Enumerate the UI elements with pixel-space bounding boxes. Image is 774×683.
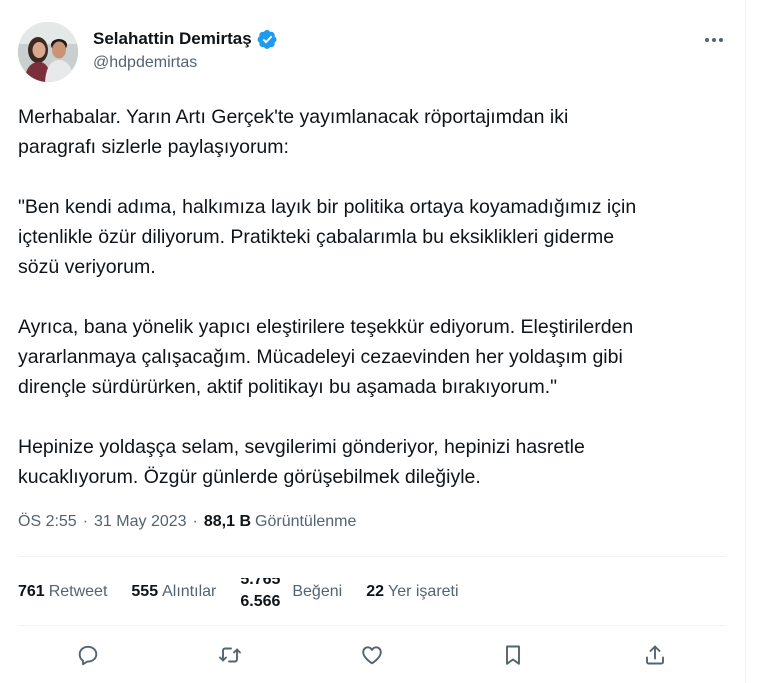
- author-name-row[interactable]: Selahattin Demirtaş: [93, 28, 278, 50]
- retweets-stat[interactable]: 761 Retweet: [18, 583, 107, 601]
- tweet-line: Hepinize yoldaşça selam, sevgilerimi gön…: [18, 436, 585, 458]
- retweet-icon: [219, 647, 241, 663]
- views-count[interactable]: 88,1 B: [204, 513, 251, 531]
- tweet-line: "Ben kendi adıma, halkımıza layık bir po…: [18, 196, 637, 218]
- tweet-date[interactable]: 31 May 2023: [94, 513, 187, 531]
- share-button[interactable]: [638, 638, 672, 672]
- divider: [18, 556, 726, 557]
- likes-count-new: 6.566: [240, 593, 281, 607]
- reply-button[interactable]: [71, 638, 105, 672]
- meta-separator: ·: [192, 513, 198, 530]
- avatar[interactable]: [18, 22, 78, 82]
- divider: [18, 625, 726, 626]
- bookmarks-count: 22: [366, 583, 384, 600]
- share-icon: [646, 645, 664, 665]
- quotes-stat[interactable]: 555 Alıntılar: [131, 583, 216, 601]
- tweet-line: kucaklıyorum. Özgür günlerde görüşebilme…: [18, 466, 481, 488]
- heart-icon: [362, 646, 382, 665]
- tweet-line: içtenlikle özür diliyorum. Pratikteki ça…: [18, 226, 615, 248]
- timeline-border: [745, 0, 746, 683]
- tweet-meta: ÖS 2:55 · 31 May 2023 · 88,1 B Görüntüle…: [18, 513, 356, 531]
- bookmark-button[interactable]: [496, 638, 530, 672]
- author-handle[interactable]: @hdpdemirtas: [93, 54, 197, 72]
- tweet-line: sözü veriyorum.: [18, 256, 156, 278]
- more-options-button[interactable]: [700, 26, 728, 54]
- tweet-time[interactable]: ÖS 2:55: [18, 513, 77, 531]
- bookmarks-stat[interactable]: 22 Yer işareti: [366, 583, 458, 601]
- likes-label: Beğeni: [292, 583, 343, 600]
- tweet-text: Merhabalar. Yarın Artı Gerçek'te yayımla…: [18, 102, 733, 492]
- tweet-line: Merhabalar. Yarın Artı Gerçek'te yayımla…: [18, 106, 569, 128]
- bookmarks-label: Yer işareti: [387, 583, 459, 600]
- likes-count-old: 5.765: [240, 578, 281, 588]
- like-button[interactable]: [355, 638, 389, 672]
- verified-badge-icon: [257, 29, 278, 50]
- quotes-label: Alıntılar: [162, 583, 217, 600]
- bookmark-icon: [506, 645, 520, 665]
- views-label[interactable]: Görüntülenme: [255, 513, 356, 531]
- tweet-line: Ayrıca, bana yönelik yapıcı eleştirilere…: [18, 316, 634, 338]
- retweet-button[interactable]: [213, 638, 247, 672]
- meta-separator: ·: [82, 513, 89, 530]
- tweet-line: yararlanmaya çalışacağım. Mücadeleyi cez…: [18, 346, 623, 368]
- tweet-line: paragrafı sizlerle paylaşıyorum:: [18, 136, 289, 158]
- likes-stat[interactable]: 5.765 6.566 Beğeni: [240, 578, 342, 606]
- reply-icon: [78, 645, 98, 666]
- author-display-name[interactable]: Selahattin Demirtaş: [93, 29, 252, 49]
- quotes-count: 555: [131, 583, 159, 600]
- engagement-stats: 761 Retweet 555 Alıntılar 5.765 6.566 Be…: [18, 578, 483, 606]
- more-icon: [705, 38, 709, 42]
- retweets-label: Retweet: [48, 583, 108, 600]
- action-bar: [18, 632, 726, 676]
- retweets-count: 761: [18, 583, 45, 600]
- likes-count-rolling: 5.765 6.566: [240, 578, 288, 606]
- tweet-line: dirençle sürdürürken, aktif politikayı b…: [18, 376, 558, 398]
